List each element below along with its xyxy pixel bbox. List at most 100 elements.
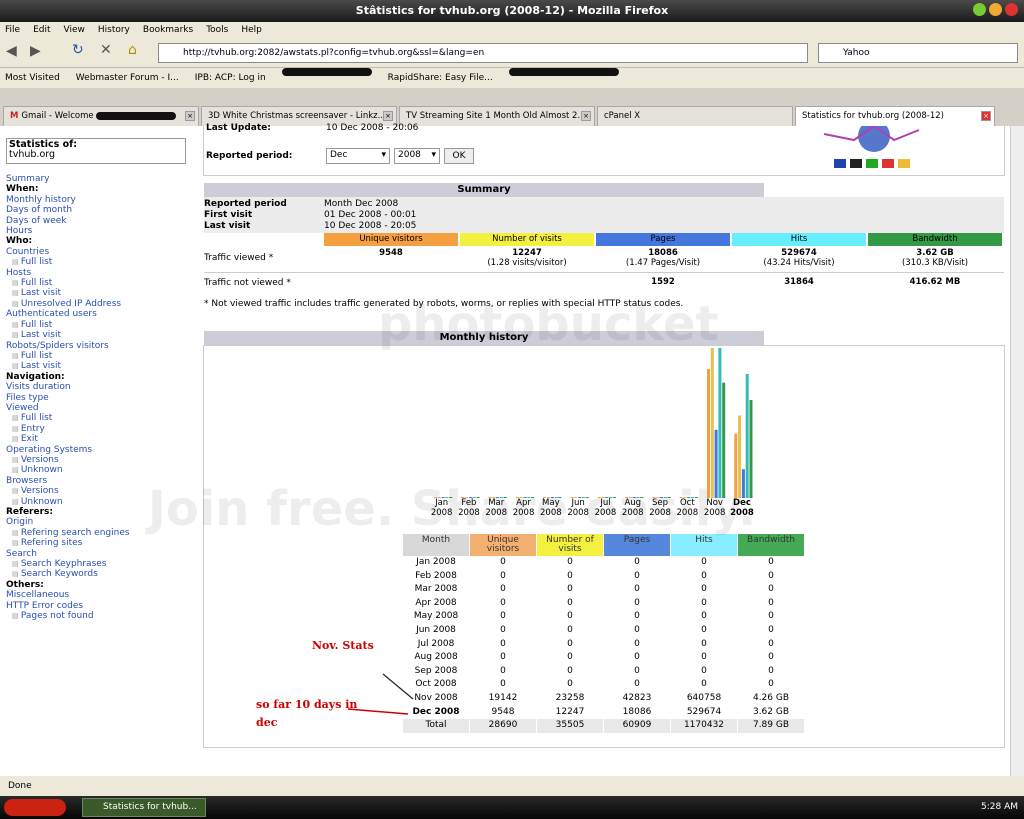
monthly-cell: 0 (634, 584, 640, 595)
sidebar-item-full-list[interactable]: Full list (6, 413, 198, 423)
taskbar-item-firefox[interactable]: Statistics for tvhub... (82, 798, 206, 817)
sidebar-item-unknown[interactable]: Unknown (6, 465, 198, 475)
sidebar-item-full-list[interactable]: Full list (6, 351, 198, 361)
redacted-bookmark (281, 68, 372, 76)
monthly-cell: 0 (768, 638, 774, 649)
sidebar-item-refering-sites[interactable]: Refering sites (6, 538, 198, 548)
sidebar-item-exit[interactable]: Exit (6, 434, 198, 444)
site-name: tvhub.org (9, 149, 56, 161)
tab-tv-streaming[interactable]: TV Streaming Site 1 Month Old Almost 2..… (399, 106, 595, 126)
search-input[interactable]: Yahoo (818, 43, 1018, 63)
home-icon[interactable]: ⌂ (128, 42, 137, 58)
back-icon[interactable]: ◀ (6, 43, 17, 59)
sidebar-item-versions[interactable]: Versions (6, 455, 198, 465)
sidebar-item-viewed[interactable]: Viewed (6, 403, 198, 413)
monthly-cell: 0 (500, 679, 506, 690)
sidebar-item-hosts[interactable]: Hosts (6, 268, 198, 278)
sidebar-item-robots-spiders-visitors[interactable]: Robots/Spiders visitors (6, 341, 198, 351)
monthly-col-header: Number of visits (537, 534, 603, 556)
sidebar-item-last-visit[interactable]: Last visit (6, 330, 198, 340)
tab-close-icon[interactable]: × (981, 111, 991, 121)
monthly-cell: 640758 (686, 693, 722, 703)
bookmark-most-visited[interactable]: Most Visited (5, 68, 60, 88)
monthly-cell: 23258 (555, 693, 585, 703)
sidebar-item-countries[interactable]: Countries (6, 247, 198, 257)
monthly-cell: 0 (634, 570, 640, 581)
page-content: Statistics of: tvhub.org Summary When: Mon… (0, 120, 1024, 776)
sidebar-item-unresolved-ip-address[interactable]: Unresolved IP Address (6, 299, 198, 309)
monthly-cell: 0 (567, 679, 573, 690)
taskbar: Statistics for tvhub... 5:28 AM (0, 796, 1024, 819)
sidebar-item-days-of-month[interactable]: Days of month (6, 205, 198, 215)
forward-icon[interactable]: ▶ (30, 43, 41, 59)
sidebar-item-days-of-week[interactable]: Days of week (6, 216, 198, 226)
menu-history[interactable]: History (98, 22, 130, 38)
menu-tools[interactable]: Tools (206, 22, 228, 38)
tab-close-icon[interactable]: × (383, 111, 393, 121)
ok-button[interactable]: OK (444, 148, 474, 164)
sidebar-item-full-list[interactable]: Full list (6, 320, 198, 330)
monthly-cell: Apr 2008 (415, 597, 457, 608)
stop-icon[interactable]: ✕ (100, 42, 112, 58)
reload-icon[interactable]: ↻ (72, 42, 84, 58)
month-select[interactable]: Dec ▾ (326, 148, 390, 164)
sidebar-item-entry[interactable]: Entry (6, 424, 198, 434)
sidebar-item-search-keywords[interactable]: Search Keywords (6, 569, 198, 579)
monthly-cell: 0 (567, 652, 573, 663)
bookmark-ipb-acp[interactable]: IPB: ACP: Log in (195, 68, 266, 88)
sidebar-item-operating-systems[interactable]: Operating Systems (6, 445, 198, 455)
sidebar-item-monthly-history[interactable]: Monthly history (6, 195, 198, 205)
year-select[interactable]: 2008 ▾ (394, 148, 440, 164)
url-bar[interactable]: http://tvhub.org:2082/awstats.pl?config=… (158, 43, 808, 63)
sidebar-item-authenticated-users[interactable]: Authenticated users (6, 309, 198, 319)
sidebar-item-last-visit[interactable]: Last visit (6, 288, 198, 298)
menu-help[interactable]: Help (241, 22, 262, 38)
bookmark-webmaster-forum[interactable]: Webmaster Forum - I... (76, 68, 179, 88)
monthly-cell: 0 (567, 557, 573, 567)
monthly-cell: 0 (634, 665, 640, 676)
monthly-cell: 0 (500, 638, 506, 649)
menu-edit[interactable]: Edit (33, 22, 50, 38)
sidebar-item-search[interactable]: Search (6, 549, 198, 559)
awstats-sidebar: Statistics of: tvhub.org Summary When: Mon… (0, 126, 198, 776)
monthly-total-cell: 7.89 GB (738, 719, 804, 733)
sidebar-item-full-list[interactable]: Full list (6, 257, 198, 267)
summary-label: Last visit (204, 221, 251, 231)
chevron-down-icon: ▾ (381, 150, 386, 160)
summary-label: First visit (204, 210, 253, 220)
menu-file[interactable]: File (5, 22, 20, 38)
last-update-value: 10 Dec 2008 - 20:06 (326, 123, 419, 133)
sidebar-item-files-type[interactable]: Files type (6, 393, 198, 403)
sidebar-item-summary[interactable]: Summary (6, 174, 198, 184)
tab-close-icon[interactable]: × (185, 111, 195, 121)
monthly-cell: 0 (701, 584, 707, 595)
sidebar-item-when-: When: (6, 184, 39, 195)
sidebar-item-pages-not-found[interactable]: Pages not found (6, 611, 198, 621)
viewed-subvalue: (310.3 KB/Visit) (901, 258, 969, 268)
menu-bookmarks[interactable]: Bookmarks (143, 22, 193, 38)
menu-view[interactable]: View (64, 22, 85, 38)
sidebar-item-full-list[interactable]: Full list (6, 278, 198, 288)
monthly-cell: 19142 (488, 693, 518, 703)
monthly-cell: 0 (701, 652, 707, 663)
vertical-scrollbar[interactable] (1010, 126, 1024, 776)
minimize-button[interactable] (973, 3, 986, 16)
sidebar-item-miscellaneous[interactable]: Miscellaneous (6, 590, 198, 600)
close-button[interactable] (1005, 3, 1018, 16)
sidebar-item-hours[interactable]: Hours (6, 226, 198, 236)
tab-gmail[interactable]: M Gmail - Welcome × (3, 106, 199, 126)
clock: 5:28 AM (981, 802, 1018, 812)
maximize-button[interactable] (989, 3, 1002, 16)
sidebar-item-http-error-codes[interactable]: HTTP Error codes (6, 601, 198, 611)
sidebar-item-search-keyphrases[interactable]: Search Keyphrases (6, 559, 198, 569)
tab-close-icon[interactable]: × (581, 111, 591, 121)
sidebar-item-visits-duration[interactable]: Visits duration (6, 382, 198, 392)
summary-info-block: Reported period Month Dec 2008 First vis… (204, 197, 1004, 233)
main-panel: Last Update: 10 Dec 2008 - 20:06 Reporte… (148, 120, 1010, 776)
tab-cpanel[interactable]: cPanel X (597, 106, 793, 126)
bookmark-rapidshare[interactable]: RapidShare: Easy File... (388, 68, 493, 88)
sidebar-item-last-visit[interactable]: Last visit (6, 361, 198, 371)
start-button[interactable] (4, 799, 66, 816)
monthly-cell: 0 (768, 679, 774, 690)
tab-statistics[interactable]: Statistics for tvhub.org (2008-12) × (795, 106, 995, 126)
